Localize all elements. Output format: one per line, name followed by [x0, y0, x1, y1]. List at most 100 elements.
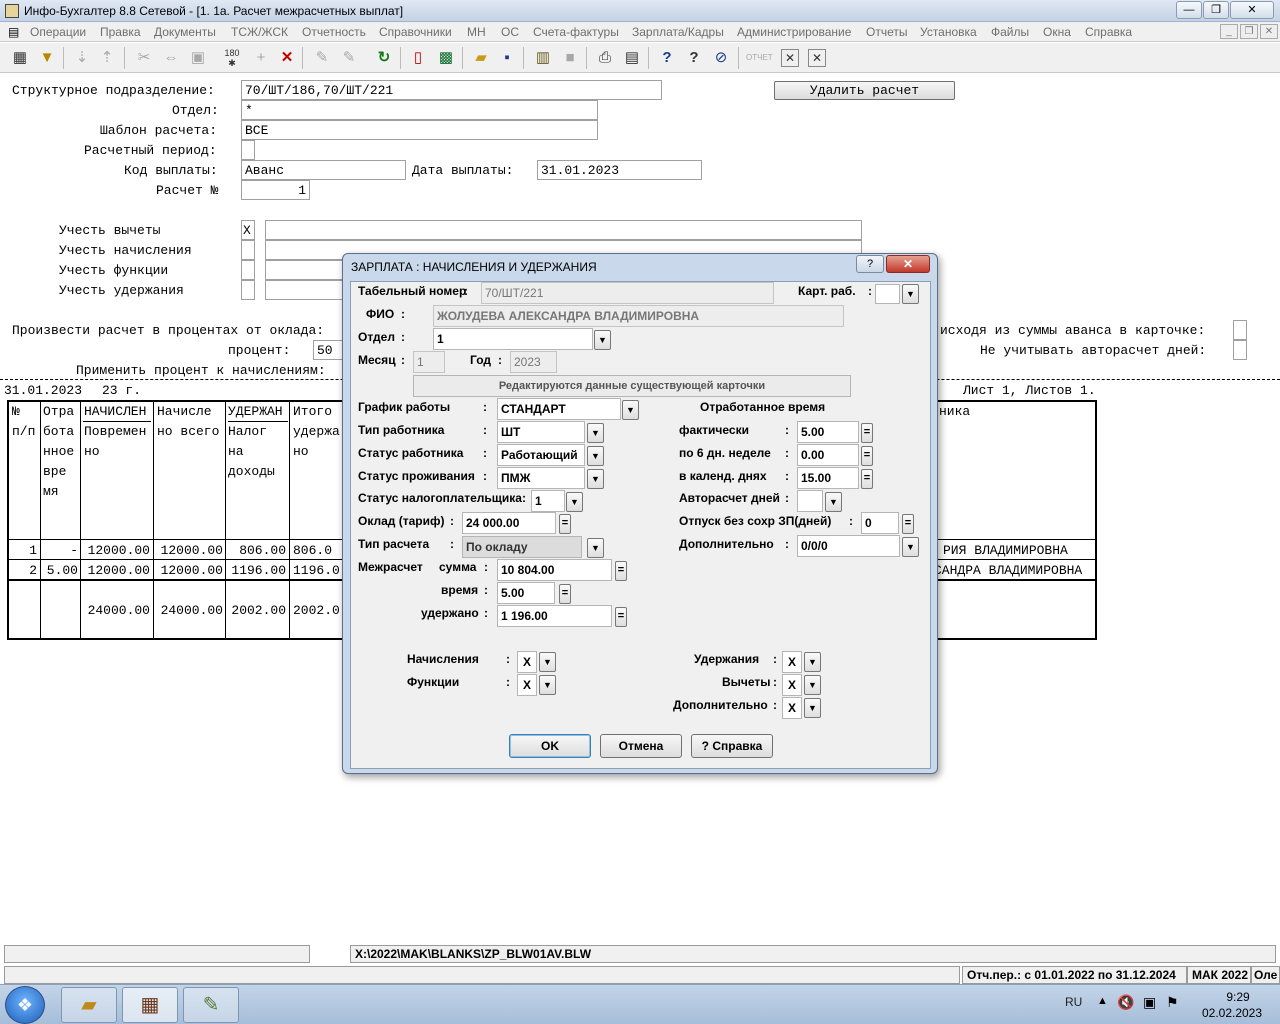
- residence-dropdown[interactable]: ▼: [587, 469, 604, 489]
- status-field[interactable]: Работающий: [497, 444, 585, 466]
- close-button[interactable]: ✕: [1230, 1, 1274, 19]
- help-button[interactable]: ? Справка: [691, 734, 773, 758]
- mezh-held-calc-button[interactable]: =: [615, 607, 627, 627]
- taxpayer-dropdown[interactable]: ▼: [566, 492, 583, 512]
- calc-number-field[interactable]: 1: [241, 180, 310, 200]
- report-icon[interactable]: ОТЧЕТ: [746, 48, 773, 68]
- extra-dropdown[interactable]: ▼: [902, 537, 919, 557]
- flag-icon[interactable]: ⚑: [1166, 994, 1179, 1011]
- language-indicator[interactable]: RU: [1065, 995, 1082, 1009]
- mdi-restore-button[interactable]: ❐: [1240, 24, 1258, 39]
- fio-field[interactable]: ЖОЛУДЕВА АЛЕКСАНДРА ВЛАДИМИРОВНА: [433, 305, 844, 327]
- close-x2-icon[interactable]: ✕: [808, 49, 826, 67]
- unpaid-calc-button[interactable]: =: [902, 514, 914, 534]
- close-x-icon[interactable]: ✕: [781, 49, 799, 67]
- preview-icon[interactable]: ▤: [622, 48, 642, 68]
- filter-icon[interactable]: ▼: [37, 48, 57, 68]
- holdings-field[interactable]: [265, 280, 345, 300]
- period-field[interactable]: [241, 140, 255, 160]
- mezh-sum-field[interactable]: 10 804.00: [497, 559, 612, 581]
- ok-button[interactable]: OK: [509, 734, 591, 758]
- infobuh-task-icon[interactable]: ▦: [122, 987, 178, 1023]
- tab-number-field[interactable]: 70/ШТ/221: [481, 282, 774, 304]
- accruals-check[interactable]: [241, 240, 255, 260]
- menu-item-1[interactable]: Правка: [100, 25, 141, 39]
- flag-additional-dropdown[interactable]: ▼: [804, 698, 821, 718]
- maximize-button[interactable]: ❐: [1203, 1, 1229, 19]
- percent-field[interactable]: 50: [313, 340, 345, 360]
- tray-arrow-icon[interactable]: ▲: [1097, 995, 1108, 1007]
- fact-field[interactable]: 5.00: [797, 421, 859, 443]
- menu-item-2[interactable]: Документы: [154, 25, 216, 39]
- no-autocalc-check[interactable]: [1233, 340, 1247, 360]
- paydate-field[interactable]: 31.01.2023: [537, 160, 702, 180]
- menu-doc-icon[interactable]: ▤: [8, 25, 19, 39]
- schedule-dropdown[interactable]: ▼: [622, 400, 639, 420]
- calendar-icon[interactable]: ▦: [10, 48, 30, 68]
- menu-item-9[interactable]: Зарплата/Кадры: [632, 25, 724, 39]
- menu-item-0[interactable]: Операции: [30, 25, 86, 39]
- sort-down-icon[interactable]: ⇣: [72, 48, 92, 68]
- card-field[interactable]: [875, 284, 900, 304]
- move-icon[interactable]: ⇔: [161, 48, 181, 68]
- otdel-field[interactable]: *: [241, 100, 598, 120]
- calctype-field[interactable]: По окладу: [462, 536, 582, 558]
- mdi-minimize-button[interactable]: _: [1220, 24, 1238, 39]
- tool-icon[interactable]: ✎: [312, 48, 332, 68]
- help-icon[interactable]: ?: [657, 48, 677, 68]
- menu-item-15[interactable]: Справка: [1085, 25, 1132, 39]
- menu-item-11[interactable]: Отчеты: [866, 25, 907, 39]
- cal-calc-button[interactable]: =: [861, 469, 873, 489]
- six-field[interactable]: 0.00: [797, 444, 859, 466]
- print-icon[interactable]: ⎙: [595, 48, 615, 68]
- functions-field[interactable]: [265, 260, 345, 280]
- six-calc-button[interactable]: =: [861, 446, 873, 466]
- refresh-icon[interactable]: ↻: [374, 48, 394, 68]
- autodays-field[interactable]: [797, 490, 823, 512]
- paycode-field[interactable]: Аванс: [241, 160, 406, 180]
- network-icon[interactable]: ▣: [1143, 994, 1156, 1011]
- salary-field[interactable]: 24 000.00: [462, 512, 556, 534]
- schedule-field[interactable]: СТАНДАРТ: [497, 398, 621, 420]
- menu-item-5[interactable]: Справочники: [379, 25, 452, 39]
- cal-field[interactable]: 15.00: [797, 467, 859, 489]
- menu-item-12[interactable]: Установка: [920, 25, 977, 39]
- taxpayer-field[interactable]: 1: [531, 490, 565, 512]
- compass-icon[interactable]: ⊘: [711, 48, 731, 68]
- delete-calc-button[interactable]: Удалить расчет: [774, 81, 955, 100]
- card-dropdown[interactable]: ▼: [902, 284, 919, 304]
- mezh-time-field[interactable]: 5.00: [497, 582, 555, 604]
- flag-holdings-field[interactable]: X: [782, 651, 802, 673]
- salary-calc-button[interactable]: =: [559, 514, 571, 534]
- whatsthis-icon[interactable]: ?: [684, 48, 704, 68]
- minimize-button[interactable]: —: [1176, 1, 1202, 19]
- functions-check[interactable]: [241, 260, 255, 280]
- mezh-time-calc-button[interactable]: =: [559, 584, 571, 604]
- residence-field[interactable]: ПМЖ: [497, 467, 585, 489]
- worktype-dropdown[interactable]: ▼: [587, 423, 604, 443]
- flag-holdings-dropdown[interactable]: ▼: [804, 652, 821, 672]
- flag-accruals-field[interactable]: X: [517, 651, 537, 673]
- flag-deductions-dropdown[interactable]: ▼: [804, 675, 821, 695]
- dept-field[interactable]: 70/ШТ/186,70/ШТ/221: [241, 80, 662, 100]
- menu-item-10[interactable]: Администрирование: [737, 25, 851, 39]
- number-icon[interactable]: 180 ✱: [222, 48, 242, 68]
- open-icon[interactable]: ▰: [471, 48, 491, 68]
- menu-item-14[interactable]: Окна: [1043, 25, 1071, 39]
- flag-additional-field[interactable]: X: [782, 697, 802, 719]
- dlg-otdel-field[interactable]: 1: [433, 328, 593, 350]
- start-icon[interactable]: ❖: [5, 986, 45, 1024]
- dialog-help-button[interactable]: ?: [856, 255, 884, 273]
- flag-deductions-field[interactable]: X: [782, 674, 802, 696]
- save-icon[interactable]: ▪: [497, 48, 517, 68]
- fact-calc-button[interactable]: =: [861, 423, 873, 443]
- sort-up-icon[interactable]: ⇡: [97, 48, 117, 68]
- paste-icon[interactable]: ▣: [188, 48, 208, 68]
- menu-item-6[interactable]: МН: [467, 25, 486, 39]
- paint-icon[interactable]: ✎: [183, 987, 239, 1023]
- extra-field[interactable]: 0/0/0: [797, 535, 900, 557]
- delete-icon[interactable]: ✕: [277, 48, 297, 68]
- disk-icon[interactable]: ■: [560, 48, 580, 68]
- mezh-sum-calc-button[interactable]: =: [615, 561, 627, 581]
- year-field[interactable]: 2023: [510, 351, 557, 373]
